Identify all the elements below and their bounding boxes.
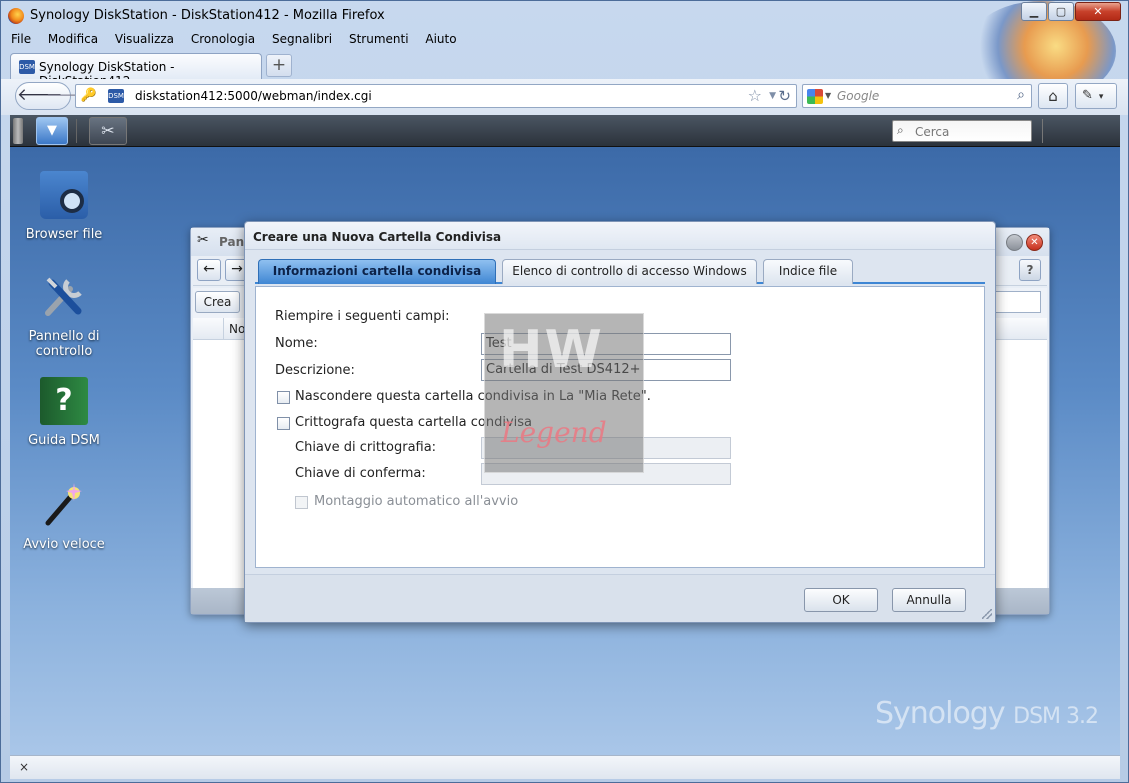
dialog-tab-bar: Informazioni cartella condivisa Elenco d… xyxy=(255,258,985,284)
back-arrow-icon[interactable]: 🡐 xyxy=(17,84,63,108)
confirm-key-label: Chiave di conferma: xyxy=(295,466,426,481)
status-bar: × xyxy=(10,755,1120,779)
column-divider xyxy=(223,318,224,340)
tab-windows-acl[interactable]: Elenco di controllo di accesso Windows xyxy=(502,259,757,284)
tab-shared-folder-info[interactable]: Informazioni cartella condivisa xyxy=(258,259,496,284)
maximize-button[interactable]: ▢ xyxy=(1048,2,1074,21)
back-forward-group: 🡐 🡒 xyxy=(15,82,86,110)
taskbar-separator xyxy=(76,119,77,143)
dsm-desktop: Browser file Pannello di controllo ? Gui… xyxy=(10,147,1120,755)
form-intro: Riempire i seguenti campi: xyxy=(275,309,450,324)
automount-checkbox[interactable] xyxy=(295,496,308,509)
dialog-header: Creare una Nuova Cartella Condivisa xyxy=(245,222,995,250)
firefox-window: Synology DiskStation - DiskStation412 - … xyxy=(0,0,1129,783)
help-icon[interactable]: ? xyxy=(1019,259,1041,281)
tab-strip: DSM Synology DiskStation - DiskStation41… xyxy=(10,52,1120,88)
control-panel-icon xyxy=(40,273,88,321)
ok-button[interactable]: OK xyxy=(804,588,878,612)
dialog-title: Creare una Nuova Cartella Condivisa xyxy=(253,230,502,244)
dialog-footer: OK Annulla xyxy=(245,574,995,622)
taskbar-separator xyxy=(1042,119,1043,143)
forward-arrow-icon[interactable]: 🡒 xyxy=(46,84,86,108)
hwlegend-watermark: HW Legend xyxy=(484,313,644,473)
url-text[interactable]: diskstation412:5000/webman/index.cgi xyxy=(135,89,372,103)
dsm-site-icon: DSM xyxy=(108,89,124,103)
dsm-search-input[interactable]: ⌕ Cerca xyxy=(892,120,1032,142)
search-engine-dropdown-icon[interactable]: ▼ xyxy=(825,91,831,100)
addon-button[interactable]: ✎ ▾ xyxy=(1075,83,1117,109)
identity-key-icon[interactable]: 🔑 xyxy=(80,88,98,104)
desktop-icon-label: Browser file xyxy=(25,227,103,242)
resize-grip-icon[interactable] xyxy=(982,609,992,619)
desktop-icon-guide[interactable]: ? Guida DSM xyxy=(10,377,118,448)
menu-cronologia[interactable]: Cronologia xyxy=(189,31,257,47)
menu-aiuto[interactable]: Aiuto xyxy=(423,31,458,47)
search-icon[interactable]: ⌕ xyxy=(1017,87,1025,103)
search-bar[interactable]: ▼ Google ⌕ xyxy=(802,84,1032,108)
dsm-search-placeholder: Cerca xyxy=(915,125,950,139)
name-label: Nome: xyxy=(275,336,318,351)
automount-label[interactable]: Montaggio automatico all'avvio xyxy=(314,494,518,509)
close-addon-bar-icon[interactable]: × xyxy=(19,760,29,774)
menu-segnalibri[interactable]: Segnalibri xyxy=(270,31,334,47)
menu-strumenti[interactable]: Strumenti xyxy=(347,31,411,47)
magic-wand-icon xyxy=(40,481,88,529)
bookmark-star-icon[interactable]: ☆ xyxy=(748,86,762,105)
desktop-icon-label: Guida DSM xyxy=(28,433,100,448)
create-shared-folder-dialog: Creare una Nuova Cartella Condivisa Info… xyxy=(244,221,996,623)
firefox-icon xyxy=(8,8,24,24)
control-panel-small-icon: ✂ xyxy=(197,232,209,248)
description-label: Descrizione: xyxy=(275,363,355,378)
menu-modifica[interactable]: Modifica xyxy=(46,31,100,47)
hide-folder-checkbox[interactable] xyxy=(277,391,290,404)
watermark-top-text: HW xyxy=(499,320,604,380)
desktop-icon-quick-start[interactable]: Avvio veloce xyxy=(10,481,118,552)
close-window-icon[interactable]: ✕ xyxy=(1026,234,1043,251)
new-tab-button[interactable]: + xyxy=(266,54,292,77)
help-book-icon: ? xyxy=(40,377,88,425)
minimize-button[interactable]: ▁ xyxy=(1021,2,1047,21)
browser-tab[interactable]: DSM Synology DiskStation - DiskStation41… xyxy=(10,53,262,88)
menu-file[interactable]: File xyxy=(9,31,33,47)
desktop-icon-label: Pannello di controllo xyxy=(28,329,100,359)
cancel-button[interactable]: Annulla xyxy=(892,588,966,612)
search-placeholder: Google xyxy=(837,89,880,103)
create-button[interactable]: Crea xyxy=(195,291,240,313)
synology-dsm-logo: Synology DSM 3.2 xyxy=(874,696,1099,731)
watermark-bottom-text: Legend xyxy=(501,416,607,449)
taskbar-grip xyxy=(13,118,23,144)
menu-visualizza[interactable]: Visualizza xyxy=(113,31,176,47)
window-title: Synology DiskStation - DiskStation412 - … xyxy=(30,8,385,23)
desktop-icon-control-panel[interactable]: Pannello di controllo xyxy=(10,273,118,359)
close-window-button[interactable]: ✕ xyxy=(1075,2,1121,21)
main-menu-button[interactable]: ▼ xyxy=(36,117,68,145)
navigation-toolbar: 🡐 🡒 🔑 DSM diskstation412:5000/webman/ind… xyxy=(1,79,1128,115)
dsm-favicon-icon: DSM xyxy=(19,60,35,74)
dsm-taskbar: ▼ ✂ ⌕ Cerca xyxy=(10,115,1120,147)
url-bar[interactable]: 🔑 DSM diskstation412:5000/webman/index.c… xyxy=(75,84,797,108)
encrypt-folder-checkbox[interactable] xyxy=(277,417,290,430)
minimize-window-icon[interactable] xyxy=(1006,234,1023,251)
back-arrow-icon[interactable]: ← xyxy=(197,259,221,281)
dialog-form-panel: Riempire i seguenti campi: Nome: Test De… xyxy=(255,286,985,568)
encryption-key-label: Chiave di crittografia: xyxy=(295,440,437,455)
menu-bar: File Modifica Visualizza Cronologia Segn… xyxy=(9,31,468,51)
desktop-icon-label: Avvio veloce xyxy=(23,537,105,552)
google-icon[interactable] xyxy=(807,89,823,104)
tab-file-index[interactable]: Indice file xyxy=(763,259,853,284)
search-icon: ⌕ xyxy=(897,123,904,137)
reload-icon[interactable]: ↻ xyxy=(778,87,791,105)
control-panel-taskbar-button[interactable]: ✂ xyxy=(89,117,127,145)
desktop-icon-browser-file[interactable]: Browser file xyxy=(10,171,118,242)
file-browser-icon xyxy=(40,171,88,219)
title-bar: Synology DiskStation - DiskStation412 - … xyxy=(1,1,1128,31)
history-dropdown-icon[interactable]: ▼ xyxy=(769,91,776,101)
home-icon[interactable]: ⌂ xyxy=(1038,83,1068,109)
